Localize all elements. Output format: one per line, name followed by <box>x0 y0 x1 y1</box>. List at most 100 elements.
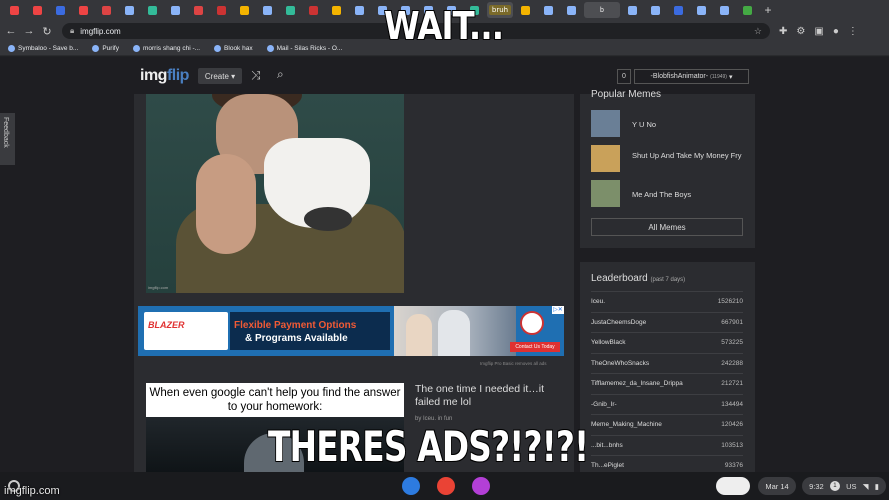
leaderboard-row[interactable]: YellowBlack 573225 <box>591 332 743 352</box>
leaderboard-name: JustaCheemsDoge <box>591 318 647 326</box>
shelf-app-icon[interactable] <box>437 477 455 495</box>
all-memes-button[interactable]: All Memes <box>591 218 743 236</box>
meme-image-coffee[interactable]: imgflip.com <box>146 94 404 293</box>
ad-logo-box <box>144 312 228 350</box>
url-text[interactable]: imgflip.com <box>80 27 120 36</box>
browser-tab[interactable] <box>257 2 278 18</box>
browser-tab-active[interactable]: b <box>584 2 620 18</box>
ad-removal-note[interactable]: Imgflip Pro Basic removes all ads <box>480 361 547 366</box>
post-title[interactable]: The one time I needed it…it failed me lo… <box>415 383 570 409</box>
browser-tab[interactable] <box>538 2 559 18</box>
leaderboard-title: Leaderboard (past 7 days) <box>591 273 685 284</box>
menu-icon[interactable]: ⋮ <box>848 26 858 37</box>
bookmark-item[interactable]: Symbaloo - Save b... <box>8 45 78 52</box>
popular-meme-thumb[interactable] <box>591 180 620 207</box>
tab-favicon-icon <box>674 5 683 15</box>
leaderboard-title-text: Leaderboard <box>591 273 648 284</box>
bookmark-item[interactable]: Mail - Silas Ricks - O... <box>266 45 342 52</box>
browser-tab[interactable] <box>165 2 186 18</box>
browser-tab[interactable] <box>645 2 666 18</box>
new-tab-icon[interactable]: + <box>760 3 776 17</box>
browser-tab[interactable] <box>326 2 347 18</box>
browser-tab[interactable] <box>691 2 712 18</box>
tab-favicon-icon <box>33 5 42 15</box>
browser-tab[interactable] <box>73 2 94 18</box>
bookmark-favicon-icon <box>266 45 274 52</box>
browser-tab[interactable] <box>211 2 232 18</box>
screenshot-root: bruh b + ← → ↻ 🔒︎ imgflip.com ☆ ✚ ⚙ ▣ ● ⋮ … <box>0 0 889 500</box>
notification-badge: 1 <box>829 481 840 491</box>
shuffle-icon[interactable]: ⤨ <box>251 68 261 83</box>
browser-tab[interactable] <box>50 2 71 18</box>
browser-tab[interactable] <box>142 2 163 18</box>
popular-meme-thumb[interactable] <box>591 110 620 137</box>
feedback-tab[interactable]: Feedback <box>0 113 15 165</box>
bookmark-item[interactable]: Purify <box>92 45 119 52</box>
ad-cta-button[interactable]: Contact Us Today <box>510 342 560 352</box>
forward-icon[interactable]: → <box>22 25 36 37</box>
notification-count[interactable]: 0 <box>617 69 631 84</box>
browser-tab[interactable] <box>96 2 117 18</box>
browser-tab[interactable] <box>234 2 255 18</box>
shelf-avatar[interactable] <box>716 477 750 495</box>
browser-tab[interactable] <box>737 2 758 18</box>
leaderboard-score: 1526210 <box>717 298 743 305</box>
leaderboard-row[interactable]: JustaCheemsDoge 667901 <box>591 311 743 332</box>
ad-text-panel <box>230 312 390 350</box>
shelf-date[interactable]: Mar 14 <box>758 477 796 495</box>
browser-tab[interactable] <box>27 2 48 18</box>
bookmark-star-icon[interactable]: ☆ <box>754 26 762 37</box>
ad-close-icon[interactable]: ▷✕ <box>552 306 564 314</box>
leaderboard-row[interactable]: ...bit...bnhs 103513 <box>591 434 743 455</box>
leaderboard-row[interactable]: Meme_Making_Machine 120426 <box>591 414 743 434</box>
browser-tab[interactable] <box>668 2 689 18</box>
ad-person-shape <box>438 310 470 356</box>
leaderboard-score: 134494 <box>721 400 743 408</box>
popular-meme-thumb[interactable] <box>591 145 620 172</box>
logo-part-a: img <box>140 67 167 84</box>
tab-favicon-icon <box>567 5 576 15</box>
browser-tab[interactable] <box>349 2 370 18</box>
create-button[interactable]: Create ▾ <box>198 68 242 84</box>
tab-favicon-icon <box>263 5 272 15</box>
popular-meme-label[interactable]: Me And The Boys <box>632 190 742 199</box>
extension-icon[interactable]: ✚ <box>779 26 787 37</box>
bookmark-label: Purify <box>102 45 119 52</box>
browser-tab[interactable] <box>4 2 25 18</box>
tab-favicon-icon <box>286 5 295 15</box>
leaderboard-row[interactable]: Tifflamemez_da_Insane_Drippa 212721 <box>591 373 743 393</box>
tab-favicon-icon <box>521 5 530 15</box>
browser-tab[interactable] <box>622 2 643 18</box>
back-icon[interactable]: ← <box>4 25 18 37</box>
browser-tab[interactable] <box>515 2 536 18</box>
status-tray[interactable]: 9:32 1 US ◥ ▮ <box>802 477 886 495</box>
leaderboard-row[interactable]: -Gnib_Ir- 134494 <box>591 393 743 414</box>
browser-tab[interactable] <box>119 2 140 18</box>
clock-time: 9:32 <box>809 481 824 491</box>
browser-tab[interactable] <box>561 2 582 18</box>
browser-tab[interactable] <box>714 2 735 18</box>
browser-tab[interactable] <box>280 2 301 18</box>
puzzle-icon[interactable]: ⚙ <box>796 26 805 37</box>
profile-icon[interactable]: ● <box>833 26 839 37</box>
bookmark-item[interactable]: Blook hax <box>214 45 253 52</box>
popular-meme-label[interactable]: Shut Up And Take My Money Fry <box>632 151 742 160</box>
user-menu[interactable]: -BlobfishAnimator- (11949) ▾ <box>634 69 749 84</box>
search-icon[interactable]: ⌕ <box>277 67 284 82</box>
reload-icon[interactable]: ↻ <box>40 25 54 38</box>
bookmark-item[interactable]: morris shang chi -... <box>132 45 200 52</box>
leaderboard-name: Tifflamemez_da_Insane_Drippa <box>591 380 683 387</box>
browser-tab[interactable] <box>303 2 324 18</box>
popular-meme-label[interactable]: Y U No <box>632 120 742 129</box>
site-header <box>0 57 889 94</box>
imgflip-logo[interactable]: imgflip <box>140 67 189 85</box>
shelf-app-icon[interactable] <box>402 477 420 495</box>
sidepanel-icon[interactable]: ▣ <box>814 26 823 37</box>
locale-label: US <box>846 481 857 491</box>
browser-tab[interactable] <box>188 2 209 18</box>
leaderboard-row[interactable]: Iceu. 1526210 <box>591 291 743 311</box>
ad-banner[interactable]: BLAZER Flexible Payment Options & Progra… <box>138 306 564 356</box>
leaderboard-row[interactable]: TheOneWhoSnacks 242288 <box>591 352 743 373</box>
shelf-app-icon[interactable] <box>472 477 490 495</box>
tab-favicon-icon <box>332 5 341 15</box>
